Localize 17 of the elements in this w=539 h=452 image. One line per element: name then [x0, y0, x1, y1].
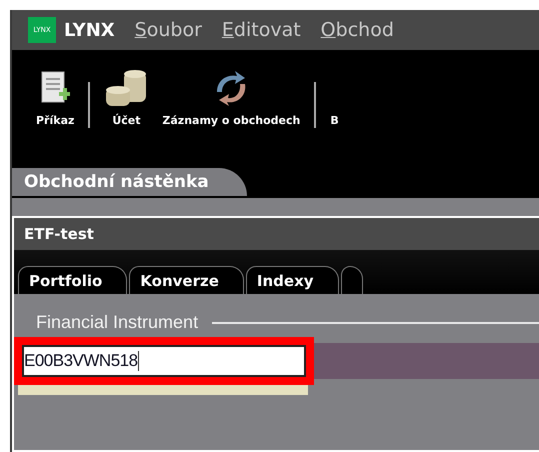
panel-title: ETF-test — [14, 218, 539, 250]
toolbar-button[interactable]: Záznamy o obchodech — [162, 68, 300, 127]
toolbar-button[interactable]: Účet — [104, 68, 148, 127]
workspace-tab[interactable]: Obchodní nástěnka — [12, 168, 247, 196]
coins-icon — [104, 68, 148, 108]
tab[interactable] — [340, 266, 363, 294]
tab[interactable]: Portfolio — [18, 266, 128, 294]
tab[interactable]: Indexy — [246, 266, 339, 294]
menu-item[interactable]: Soubor — [134, 19, 202, 41]
menu-item[interactable]: Obchod — [320, 19, 394, 41]
toolbar-button[interactable]: Příkaz — [36, 68, 74, 127]
app-name: LYNX — [64, 20, 115, 40]
menu-item[interactable]: Editovat — [222, 19, 301, 41]
group-label: Financial Instrument — [36, 312, 198, 333]
tab[interactable]: Konverze — [129, 266, 244, 294]
toolbar-button[interactable]: B — [330, 68, 339, 127]
input-field[interactable]: E00B3VWN518 — [22, 345, 306, 377]
